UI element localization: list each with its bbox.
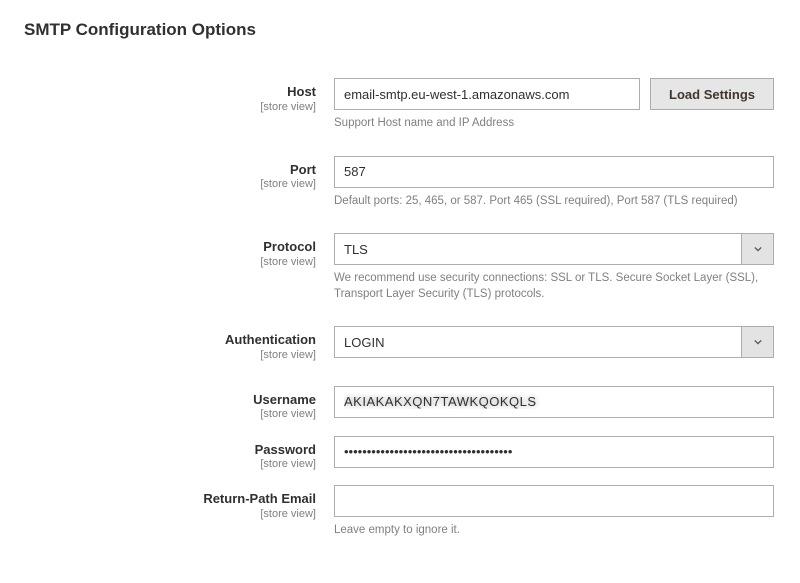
authentication-select[interactable]: LOGIN [334, 326, 774, 358]
port-input[interactable] [334, 156, 774, 188]
label-authentication: Authentication [24, 332, 316, 348]
label-username: Username [24, 392, 316, 408]
row-host: Host [store view] Load Settings Support … [24, 78, 776, 132]
protocol-select[interactable]: TLS [334, 233, 774, 265]
username-input[interactable] [334, 386, 774, 418]
scope-authentication: [store view] [24, 349, 316, 362]
return-path-input[interactable] [334, 485, 774, 517]
chevron-down-icon [741, 234, 773, 264]
scope-password: [store view] [24, 458, 316, 471]
help-port: Default ports: 25, 465, or 587. Port 465… [334, 194, 774, 210]
scope-protocol: [store view] [24, 256, 316, 269]
section-title: SMTP Configuration Options [24, 20, 776, 40]
label-port: Port [24, 162, 316, 178]
help-host: Support Host name and IP Address [334, 116, 774, 132]
chevron-down-icon [741, 327, 773, 357]
label-protocol: Protocol [24, 239, 316, 255]
scope-return-path: [store view] [24, 508, 316, 521]
authentication-select-value: LOGIN [335, 327, 741, 357]
row-username: Username [store view] [24, 386, 776, 422]
scope-port: [store view] [24, 178, 316, 191]
help-return-path: Leave empty to ignore it. [334, 523, 774, 539]
row-return-path: Return-Path Email [store view] Leave emp… [24, 485, 776, 539]
protocol-select-value: TLS [335, 234, 741, 264]
label-password: Password [24, 442, 316, 458]
scope-host: [store view] [24, 101, 316, 114]
help-protocol: We recommend use security connections: S… [334, 271, 774, 302]
row-authentication: Authentication [store view] LOGIN [24, 326, 776, 362]
password-input[interactable] [334, 436, 774, 468]
load-settings-button[interactable]: Load Settings [650, 78, 774, 110]
label-return-path: Return-Path Email [24, 491, 316, 507]
row-protocol: Protocol [store view] TLS We recommend u… [24, 233, 776, 302]
row-password: Password [store view] [24, 436, 776, 472]
label-host: Host [24, 84, 316, 100]
host-input[interactable] [334, 78, 640, 110]
scope-username: [store view] [24, 408, 316, 421]
row-port: Port [store view] Default ports: 25, 465… [24, 156, 776, 210]
